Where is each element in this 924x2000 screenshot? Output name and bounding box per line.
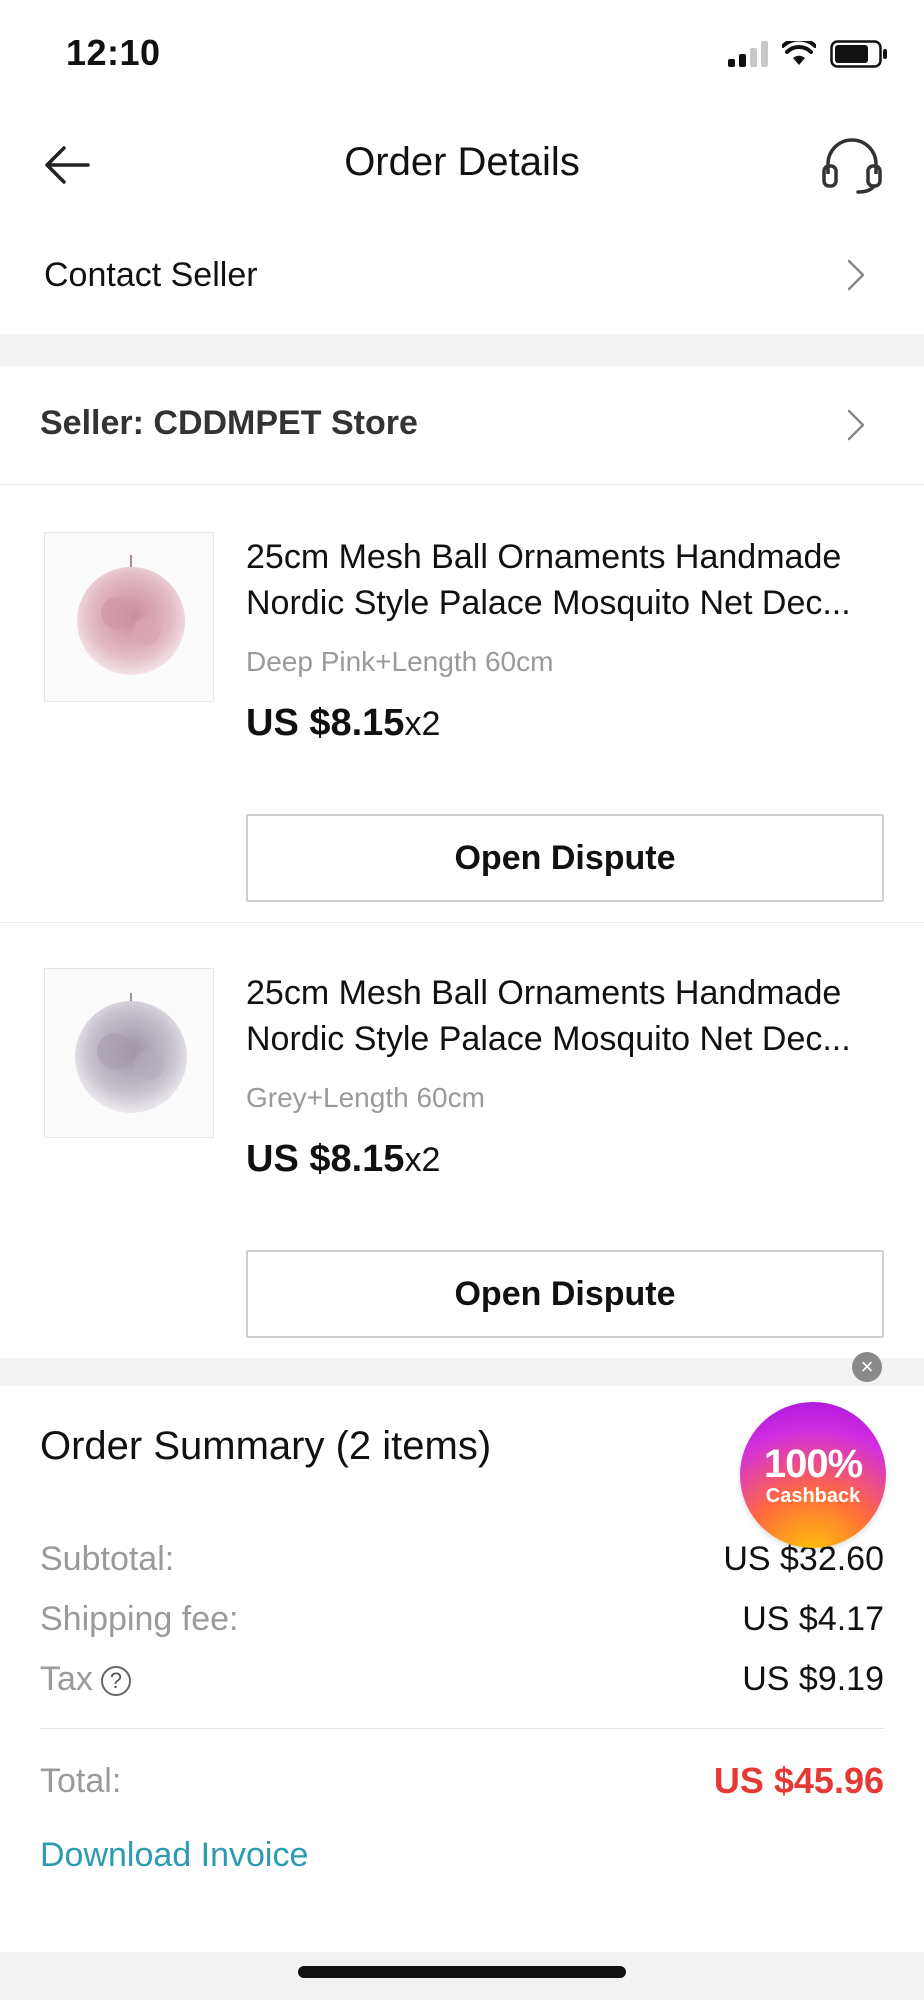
chevron-right-icon — [847, 259, 865, 291]
headset-icon[interactable] — [820, 136, 884, 194]
product-thumbnail[interactable] — [44, 532, 214, 702]
status-time: 12:10 — [66, 32, 161, 73]
tax-label-row: Tax? — [40, 1660, 131, 1699]
mesh-ball-image — [75, 993, 187, 1113]
close-icon[interactable]: × — [852, 1352, 882, 1382]
wifi-icon — [782, 41, 816, 65]
question-mark-icon[interactable]: ? — [100, 1666, 131, 1697]
page-title: Order Details — [344, 140, 580, 184]
seller-name: Seller: CDDMPET Store — [40, 404, 418, 442]
product-quantity: x2 — [404, 1141, 441, 1179]
shipping-fee-value: US $4.17 — [742, 1600, 884, 1638]
summary-divider — [40, 1728, 884, 1729]
open-dispute-button[interactable]: Open Dispute — [246, 1250, 884, 1338]
cashback-badge[interactable]: 100% Cashback — [740, 1402, 886, 1548]
download-invoice-link[interactable]: Download Invoice — [40, 1836, 308, 1875]
product-price: US $8.15x2 — [246, 702, 441, 744]
subtotal-label: Subtotal: — [40, 1540, 175, 1578]
product-title[interactable]: 25cm Mesh Ball Ornaments Handmade Nordic… — [246, 970, 886, 1062]
cashback-percent: 100% — [763, 1442, 863, 1486]
status-icons — [728, 40, 888, 68]
tax-label: Tax — [40, 1660, 93, 1698]
open-dispute-button[interactable]: Open Dispute — [246, 814, 884, 902]
tax-value: US $9.19 — [742, 1660, 884, 1698]
battery-icon — [830, 40, 887, 68]
product-variant: Deep Pink+Length 60cm — [246, 646, 554, 677]
section-gap — [0, 1358, 924, 1386]
product-thumbnail[interactable] — [44, 968, 214, 1138]
total-label: Total: — [40, 1762, 122, 1800]
product-price: US $8.15x2 — [246, 1138, 441, 1180]
home-indicator[interactable] — [298, 1966, 626, 1978]
item-divider — [0, 922, 924, 923]
cashback-label: Cashback — [765, 1485, 861, 1507]
product-quantity: x2 — [404, 705, 441, 743]
mesh-ball-image — [77, 555, 185, 675]
product-title[interactable]: 25cm Mesh Ball Ornaments Handmade Nordic… — [246, 534, 886, 626]
shipping-fee-label: Shipping fee: — [40, 1600, 239, 1638]
contact-seller-label: Contact Seller — [44, 256, 258, 294]
section-gap — [0, 334, 924, 366]
order-summary-title: Order Summary (2 items) — [40, 1424, 492, 1468]
product-variant: Grey+Length 60cm — [246, 1082, 485, 1113]
total-value: US $45.96 — [713, 1760, 884, 1801]
chevron-right-icon — [847, 409, 865, 441]
signal-icon — [728, 41, 768, 67]
